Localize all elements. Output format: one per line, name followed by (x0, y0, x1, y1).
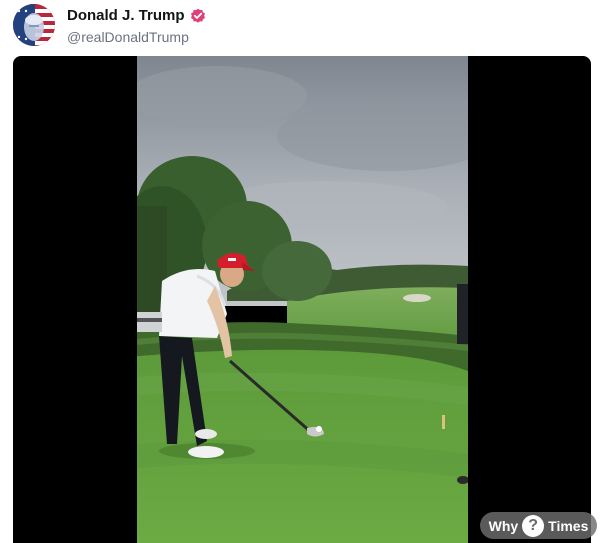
watermark-badge: Why ? Times (480, 512, 597, 539)
author-display-name[interactable]: Donald J. Trump (67, 7, 185, 24)
avatar[interactable] (13, 4, 55, 46)
question-mark-icon: ? (522, 514, 545, 537)
post-header: Donald J. Trump @realDonaldTrump (0, 0, 600, 56)
golf-scene-image (137, 56, 468, 543)
watermark-left-text: Why (488, 517, 519, 534)
verified-badge-icon (190, 8, 205, 23)
author-name-row: Donald J. Trump (67, 7, 206, 24)
flag-portrait-icon (13, 4, 55, 46)
video-frame[interactable] (137, 56, 468, 543)
watermark-right-text: Times (548, 517, 589, 534)
author-handle[interactable]: @realDonaldTrump (67, 29, 189, 45)
video-player[interactable] (13, 56, 591, 543)
